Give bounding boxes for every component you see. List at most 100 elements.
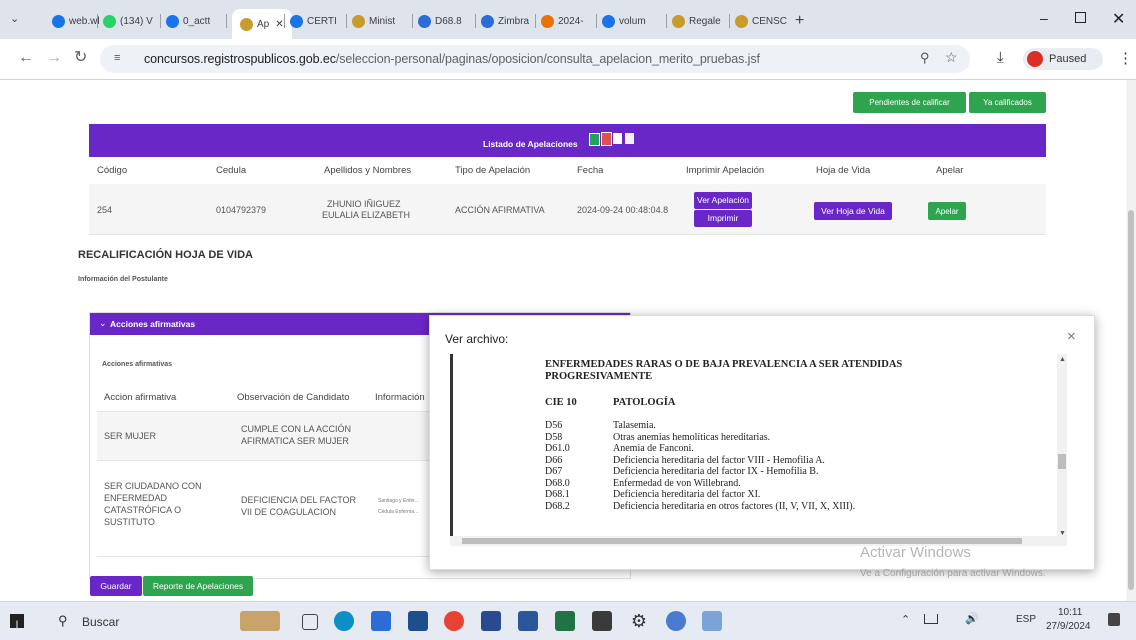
browser-tab[interactable]: Regale (672, 8, 721, 34)
page-scrollbar[interactable] (1126, 80, 1136, 601)
mail-icon[interactable] (481, 611, 501, 631)
kebab-menu-icon[interactable]: ⋮ (1118, 49, 1133, 67)
site-info-icon[interactable]: ≡ (114, 52, 120, 64)
app-tile-icon[interactable] (702, 611, 722, 631)
col-tipo: Tipo de Apelación (455, 165, 531, 176)
tab-separator (666, 14, 667, 28)
table-title: Listado de Apelaciones (483, 139, 578, 149)
app-globe-icon[interactable] (666, 611, 686, 631)
tab-favicon-icon (418, 14, 431, 28)
profile-paused-button[interactable]: Paused (1023, 48, 1103, 70)
chevron-down-icon: ⌄ (99, 318, 107, 328)
scroll-up-arrow-icon[interactable]: ▲ (1059, 356, 1066, 363)
save-button[interactable]: Guardar (90, 576, 142, 596)
tab-favicon-icon (541, 14, 554, 28)
inner-col-accion: Accion afirmativa (104, 392, 177, 403)
close-window-icon[interactable]: ✕ (1112, 9, 1125, 29)
zoom-icon[interactable]: ⚲ (920, 50, 930, 66)
taskbar-search[interactable]: ⚲ Buscar (46, 607, 216, 635)
pdf-document-view[interactable]: ENFERMEDADES RARAS O DE BAJA PREVALENCIA… (450, 354, 1058, 544)
file-explorer-icon[interactable] (371, 611, 391, 631)
tablet-icon[interactable] (592, 611, 612, 631)
browser-tab[interactable]: (134) V (103, 8, 153, 34)
edge-icon[interactable] (334, 611, 354, 631)
browser-tab[interactable]: volum (602, 8, 646, 34)
csv-export-icon[interactable] (613, 133, 622, 144)
tab-favicon-icon (52, 14, 65, 28)
graded-button[interactable]: Ya calificados (969, 92, 1046, 113)
volume-icon[interactable]: 🔊 (965, 612, 979, 625)
task-view-icon[interactable] (302, 614, 318, 630)
tray-chevron-icon[interactable]: ⌃ (901, 613, 910, 626)
chrome-icon[interactable] (444, 611, 464, 631)
word-icon[interactable] (518, 611, 538, 631)
inner-col-observacion: Observación de Candidato (237, 392, 350, 403)
back-arrow-icon[interactable]: ← (18, 50, 34, 66)
download-icon[interactable]: ⤓ (997, 49, 1004, 66)
new-tab-button[interactable]: + (795, 8, 804, 34)
browser-tab[interactable]: Ap ✕ (232, 9, 292, 39)
close-tab-icon[interactable]: ✕ (275, 19, 283, 30)
browser-tab[interactable]: 0_actt (166, 8, 210, 34)
tab-label: 2024- (558, 15, 584, 27)
report-button[interactable]: Reporte de Apelaciones (143, 576, 253, 596)
tab-favicon-icon (602, 14, 615, 28)
pdf-export-icon[interactable] (601, 132, 612, 146)
maximize-window-icon[interactable] (1075, 12, 1086, 23)
clock-date[interactable]: 27/9/2024 (1046, 621, 1091, 632)
scrollbar-thumb[interactable] (1128, 210, 1134, 590)
browser-tab[interactable]: D68.8 (418, 8, 462, 34)
news-widget-icon[interactable] (240, 611, 280, 631)
address-bar[interactable]: ≡ concursos.registrospublicos.gob.ec/sel… (100, 45, 970, 73)
tab-separator (226, 14, 227, 28)
col-fecha: Fecha (577, 165, 604, 176)
store-icon[interactable] (408, 611, 428, 631)
clock-time[interactable]: 10:11 (1058, 607, 1082, 618)
doc-scroll-thumb[interactable] (1058, 454, 1066, 469)
row-cedula: 0104792379 (216, 205, 267, 215)
browser-tab[interactable]: Minist (352, 8, 395, 34)
network-icon[interactable] (924, 614, 938, 624)
col-cedula: Cedula (216, 165, 247, 176)
browser-tab[interactable]: web.wl (52, 8, 100, 34)
tab-separator (97, 14, 98, 28)
forward-arrow-icon[interactable]: → (46, 50, 62, 66)
activation-watermark-line1: Activar Windows (860, 544, 971, 561)
accordion-subtitle: Acciones afirmativas (102, 361, 173, 368)
doc-vertical-scrollbar[interactable]: ▲ ▼ (1057, 354, 1067, 546)
doc-row-code: D68.2 (545, 500, 570, 512)
tab-favicon-icon (352, 14, 365, 28)
excel-icon[interactable] (555, 611, 575, 631)
notification-icon[interactable] (1108, 613, 1120, 626)
xml-export-icon[interactable] (625, 133, 634, 144)
browser-tab[interactable]: 2024- (541, 8, 584, 34)
language-indicator[interactable]: ESP (1016, 614, 1036, 625)
scroll-down-arrow-icon[interactable]: ▼ (1059, 530, 1066, 537)
doc-col-patologia: PATOLOGÍA (613, 397, 676, 408)
bookmark-star-icon[interactable]: ☆ (945, 49, 958, 66)
inner-info-link-2[interactable]: Cédula Enferma... (378, 507, 418, 518)
tab-favicon-icon (735, 14, 748, 28)
tab-separator (535, 14, 536, 28)
settings-gear-icon[interactable]: ⚙ (629, 611, 649, 631)
view-appeal-button[interactable]: Ver Apelación (694, 192, 752, 209)
tab-search-chevron-icon[interactable]: ⌄ (10, 12, 19, 25)
close-icon[interactable]: × (1067, 328, 1076, 345)
inner-accion-2: ENFERMEDAD (104, 493, 168, 503)
tab-separator (475, 14, 476, 28)
minimize-window-icon[interactable]: – (1040, 10, 1048, 26)
col-hoja: Hoja de Vida (816, 165, 871, 176)
view-cv-button[interactable]: Ver Hoja de Vida (814, 202, 892, 220)
appeal-button[interactable]: Apelar (928, 202, 966, 220)
browser-tab[interactable]: CENSC (735, 8, 787, 34)
reload-icon[interactable]: ↻ (74, 50, 87, 66)
doc-row-pathology: Deficiencia hereditaria del factor IX - … (613, 466, 819, 477)
browser-tab[interactable]: Zimbra (481, 8, 529, 34)
inner-accion: SER MUJER (104, 431, 157, 441)
windows-start-icon[interactable] (10, 614, 24, 628)
print-button[interactable]: Imprimir (694, 210, 752, 227)
excel-export-icon[interactable] (589, 133, 600, 146)
pending-button[interactable]: Pendientes de calificar (853, 92, 966, 113)
browser-tab[interactable]: CERTI (290, 8, 337, 34)
inner-info-link-1[interactable]: Santiago y Enfer... (378, 496, 419, 507)
